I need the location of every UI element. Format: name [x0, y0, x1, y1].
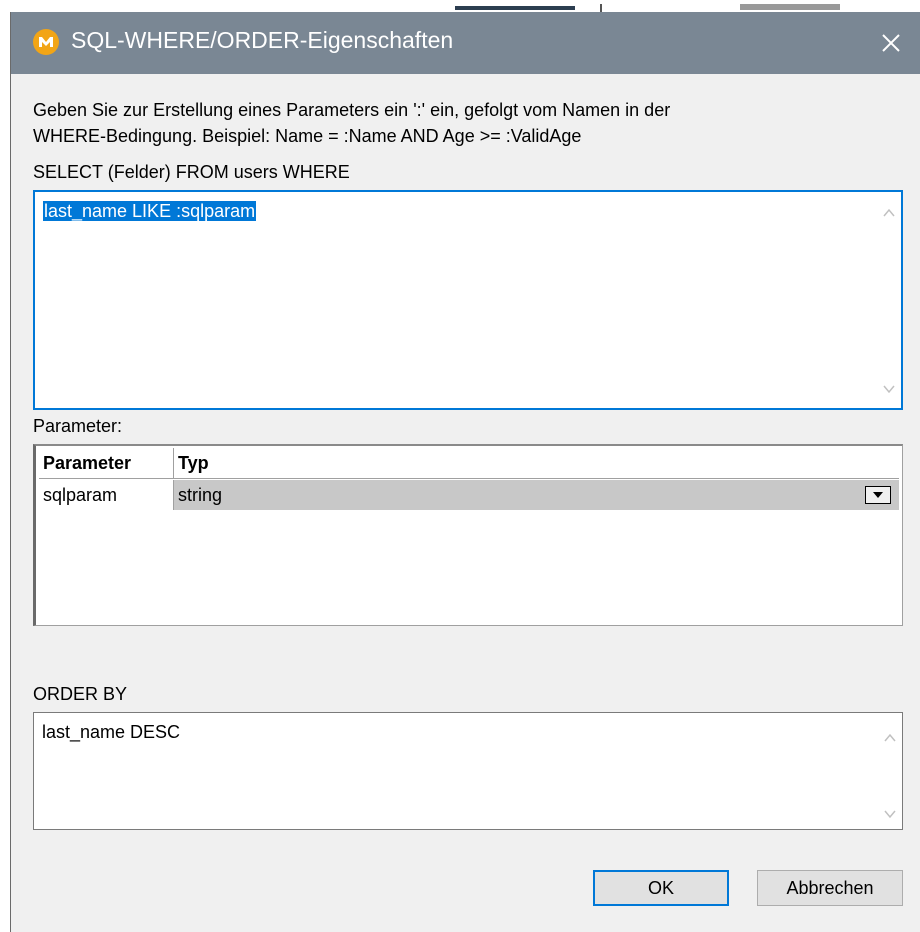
- instruction-line-2: WHERE-Bedingung. Beispiel: Name = :Name …: [33, 126, 582, 146]
- scroll-down-icon[interactable]: [880, 382, 898, 396]
- parameter-label: Parameter:: [33, 416, 123, 436]
- background-decoration: [455, 6, 575, 10]
- where-clause-text: last_name LIKE :sqlparam: [43, 201, 257, 221]
- order-by-label: ORDER BY: [33, 684, 128, 704]
- ok-button[interactable]: OK: [593, 870, 729, 906]
- order-by-textarea[interactable]: last_name DESC: [33, 712, 903, 830]
- close-button[interactable]: [862, 12, 920, 74]
- scroll-up-icon[interactable]: [880, 206, 898, 220]
- app-icon: [33, 29, 59, 55]
- parameter-grid: Parameter Typ sqlparam string: [33, 444, 903, 626]
- table-row[interactable]: sqlparam string: [39, 480, 899, 510]
- close-icon: [882, 34, 900, 52]
- parameter-name-cell: sqlparam: [39, 480, 174, 510]
- order-by-text: last_name DESC: [42, 722, 181, 742]
- dropdown-arrow-icon: [873, 492, 883, 498]
- column-header-parameter[interactable]: Parameter: [39, 448, 174, 478]
- background-decoration: [600, 4, 602, 12]
- where-clause-textarea[interactable]: last_name LIKE :sqlparam: [33, 190, 903, 410]
- instruction-line-1: Geben Sie zur Erstellung eines Parameter…: [33, 100, 671, 120]
- type-dropdown-button[interactable]: [865, 486, 891, 504]
- scroll-down-icon[interactable]: [881, 807, 899, 821]
- grid-header: Parameter Typ: [39, 448, 899, 479]
- column-header-type[interactable]: Typ: [174, 448, 474, 478]
- parameter-type-cell: string: [178, 485, 223, 505]
- background-decoration: [740, 4, 840, 10]
- scroll-up-icon[interactable]: [881, 731, 899, 745]
- title-bar: SQL-WHERE/ORDER-Eigenschaften: [11, 12, 920, 74]
- window-title: SQL-WHERE/ORDER-Eigenschaften: [71, 27, 454, 53]
- order-by-scrollbar[interactable]: [878, 713, 902, 829]
- where-scrollbar[interactable]: [877, 192, 901, 408]
- sql-where-order-dialog: SQL-WHERE/ORDER-Eigenschaften Geben Sie …: [10, 12, 920, 932]
- cancel-button[interactable]: Abbrechen: [757, 870, 903, 906]
- where-label: SELECT (Felder) FROM users WHERE: [33, 162, 350, 182]
